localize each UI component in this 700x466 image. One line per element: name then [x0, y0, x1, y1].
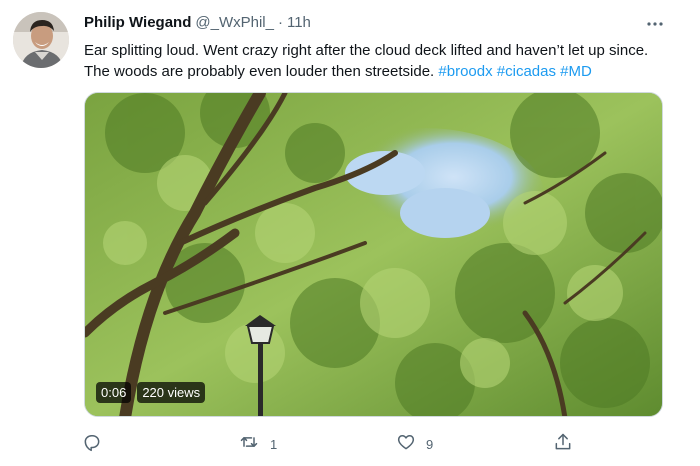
share-button[interactable]	[553, 432, 573, 456]
retweet-icon	[238, 432, 260, 457]
retweet-count: 1	[270, 436, 278, 452]
tweet-card[interactable]: Philip Wiegand @_WxPhil_ · 11h Ear split…	[0, 0, 700, 466]
share-icon	[553, 432, 573, 457]
tweet-text: Ear splitting loud. Went crazy right aft…	[84, 40, 674, 82]
avatar[interactable]	[13, 12, 69, 68]
video-views: 220 views	[137, 382, 206, 403]
video-duration: 0:06	[96, 382, 132, 403]
video-thumbnail	[85, 93, 662, 416]
hashtag-link[interactable]: #cicadas	[497, 63, 556, 80]
tweet-header: Philip Wiegand @_WxPhil_ · 11h	[84, 12, 311, 32]
hashtag-link[interactable]: #broodx	[438, 63, 492, 80]
heart-icon	[396, 432, 416, 457]
video-player[interactable]	[84, 92, 663, 417]
reply-icon	[82, 432, 102, 457]
author-name[interactable]: Philip Wiegand	[84, 14, 191, 31]
separator-dot: ·	[277, 13, 283, 31]
video-overlay-badges: 0:06 220 views	[96, 382, 206, 403]
more-options-button[interactable]	[644, 14, 666, 30]
like-button[interactable]: 9	[396, 432, 433, 456]
tweet-timestamp[interactable]: 11h	[287, 14, 311, 31]
reply-button[interactable]	[82, 432, 112, 456]
retweet-button[interactable]: 1	[238, 432, 277, 456]
author-handle[interactable]: @_WxPhil_	[195, 14, 274, 31]
like-count: 9	[426, 436, 434, 452]
more-horizontal-icon	[647, 13, 663, 31]
hashtag-link[interactable]: #MD	[560, 63, 592, 80]
